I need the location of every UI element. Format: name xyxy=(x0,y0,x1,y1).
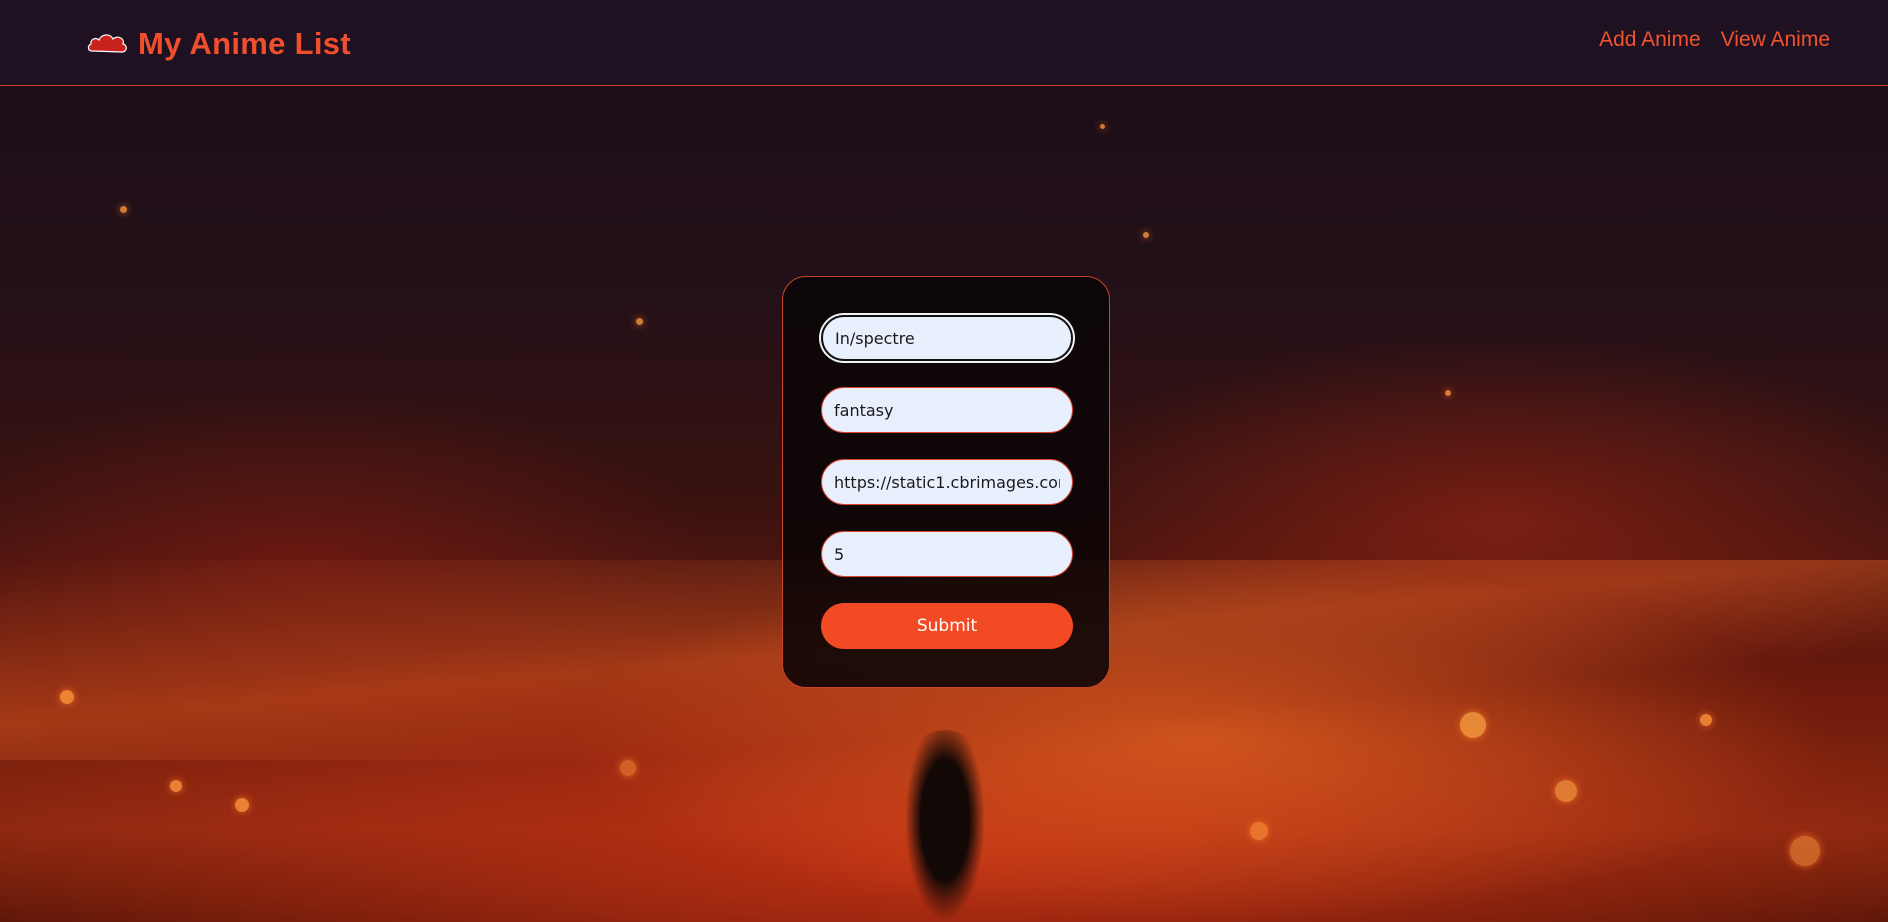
girl-silhouette xyxy=(905,730,985,922)
anime-genre-input[interactable] xyxy=(821,387,1073,433)
top-navbar: My Anime List Add Anime View Anime xyxy=(0,0,1888,86)
nav-links: Add Anime View Anime xyxy=(1599,28,1830,52)
anime-image-url-input[interactable] xyxy=(821,459,1073,505)
anime-title-input[interactable] xyxy=(821,315,1073,361)
ember xyxy=(1143,232,1149,238)
ember xyxy=(60,690,74,704)
ember xyxy=(1555,780,1577,802)
ember xyxy=(1700,714,1712,726)
submit-button[interactable]: Submit xyxy=(821,603,1073,649)
ember xyxy=(1790,836,1820,866)
ember xyxy=(1460,712,1486,738)
nav-view-anime-link[interactable]: View Anime xyxy=(1721,28,1830,52)
ember xyxy=(1100,124,1105,129)
anime-rating-input[interactable] xyxy=(821,531,1073,577)
ember xyxy=(120,206,127,213)
add-anime-form: Submit xyxy=(782,276,1110,688)
akatsuki-cloud-icon xyxy=(87,34,127,53)
ember xyxy=(1445,390,1451,396)
app-title: My Anime List xyxy=(138,26,351,61)
brand[interactable]: My Anime List xyxy=(86,26,351,62)
ember xyxy=(235,798,249,812)
nav-add-anime-link[interactable]: Add Anime xyxy=(1599,28,1701,52)
ember xyxy=(620,760,636,776)
ember xyxy=(170,780,182,792)
ember xyxy=(1250,822,1268,840)
ember xyxy=(636,318,643,325)
